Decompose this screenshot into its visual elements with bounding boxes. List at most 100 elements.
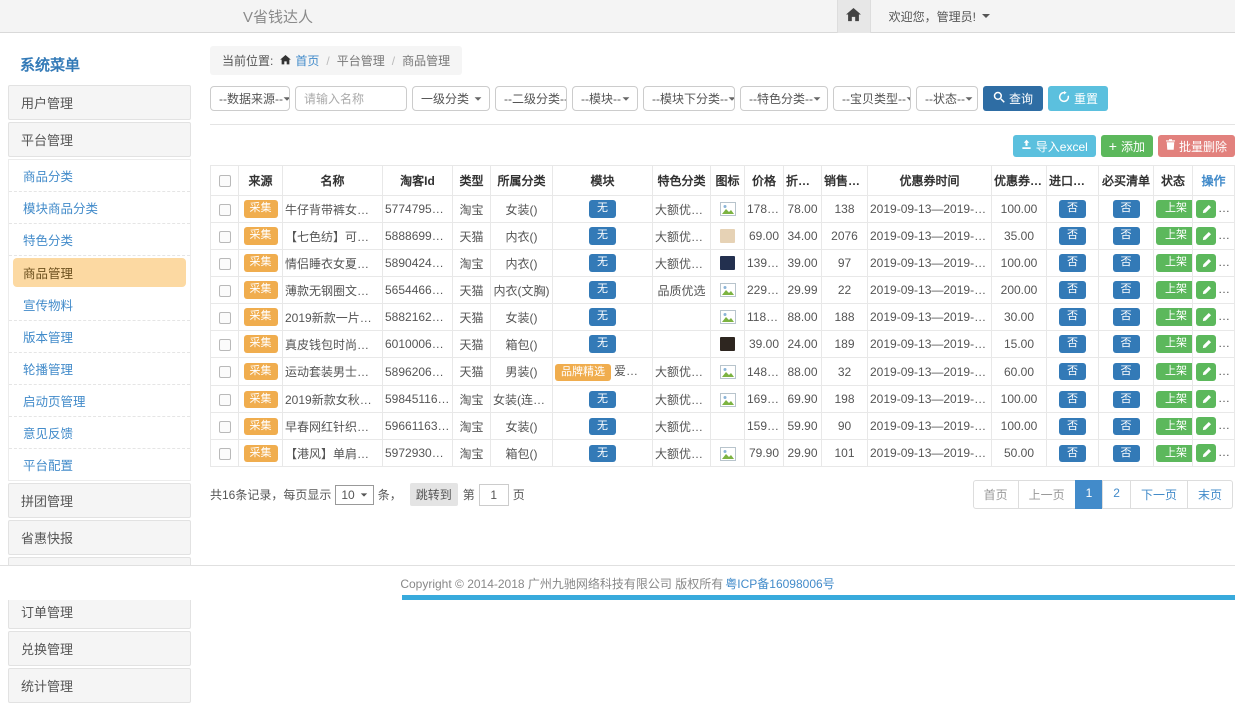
row-checkbox[interactable] — [219, 312, 231, 324]
sidebar-item-平台管理[interactable]: 平台管理 — [8, 122, 191, 157]
row-checkbox[interactable] — [219, 285, 231, 297]
sidebar-subitem-平台配置[interactable]: 平台配置 — [9, 449, 190, 480]
status-button[interactable]: 上架 — [1156, 308, 1193, 325]
jump-button[interactable]: 跳转到 — [410, 483, 458, 506]
status-button[interactable]: 上架 — [1156, 445, 1193, 462]
must-buy-toggle[interactable]: 否 — [1113, 335, 1140, 352]
row-checkbox[interactable] — [219, 258, 231, 270]
must-buy-toggle[interactable]: 否 — [1113, 418, 1140, 435]
must-buy-toggle[interactable]: 否 — [1113, 445, 1140, 462]
sidebar-subitem-宣传物料[interactable]: 宣传物料 — [9, 289, 190, 321]
row-checkbox[interactable] — [219, 204, 231, 216]
sidebar-item-用户管理[interactable]: 用户管理 — [8, 85, 191, 120]
import-excel-button[interactable]: 导入excel — [1013, 135, 1096, 157]
edit-button[interactable] — [1196, 227, 1216, 245]
row-checkbox[interactable] — [219, 448, 231, 460]
must-buy-toggle[interactable]: 否 — [1113, 308, 1140, 325]
sidebar-subitem-商品管理[interactable]: 商品管理 — [13, 258, 186, 287]
edit-button[interactable] — [1196, 417, 1216, 435]
import-select-toggle[interactable]: 否 — [1059, 200, 1086, 217]
import-select-toggle[interactable]: 否 — [1059, 418, 1086, 435]
filter-select-data-source[interactable]: --数据来源-- — [210, 86, 290, 111]
user-menu[interactable]: 欢迎您，管理员! — [889, 8, 990, 25]
cell-type: 淘宝 — [453, 250, 491, 277]
filter-select-level1-category[interactable]: 一级分类 — [412, 86, 490, 111]
page-button-1[interactable]: 1 — [1075, 480, 1104, 509]
sidebar-item-省惠快报[interactable]: 省惠快报 — [8, 520, 191, 555]
edit-button[interactable] — [1196, 444, 1216, 462]
edit-button[interactable] — [1196, 281, 1216, 299]
sidebar-subitem-商品分类[interactable]: 商品分类 — [9, 160, 190, 192]
edit-button[interactable] — [1196, 308, 1216, 326]
status-button[interactable]: 上架 — [1156, 418, 1193, 435]
import-select-toggle[interactable]: 否 — [1059, 227, 1086, 244]
sidebar-subitem-启动页管理[interactable]: 启动页管理 — [9, 385, 190, 417]
import-select-toggle[interactable]: 否 — [1059, 391, 1086, 408]
status-button[interactable]: 上架 — [1156, 200, 1193, 217]
add-button[interactable]: + 添加 — [1101, 135, 1153, 157]
sidebar-subitem-模块商品分类[interactable]: 模块商品分类 — [9, 192, 190, 224]
import-select-toggle[interactable]: 否 — [1059, 335, 1086, 352]
row-checkbox[interactable] — [219, 394, 231, 406]
must-buy-toggle[interactable]: 否 — [1113, 391, 1140, 408]
product-image-icon — [720, 202, 736, 216]
page-button-上一页[interactable]: 上一页 — [1018, 480, 1076, 509]
page-button-首页[interactable]: 首页 — [973, 480, 1019, 509]
home-button[interactable] — [837, 0, 871, 33]
import-select-toggle[interactable]: 否 — [1059, 281, 1086, 298]
import-select-toggle[interactable]: 否 — [1059, 363, 1086, 380]
status-button[interactable]: 上架 — [1156, 363, 1193, 380]
batch-delete-button[interactable]: 批量删除 — [1158, 135, 1235, 157]
filter-select-item-type[interactable]: --宝贝类型-- — [833, 86, 911, 111]
row-checkbox[interactable] — [219, 366, 231, 378]
filter-select-module-sub-category[interactable]: --模块下分类-- — [643, 86, 735, 111]
import-select-toggle[interactable]: 否 — [1059, 308, 1086, 325]
edit-button[interactable] — [1196, 200, 1216, 218]
status-button[interactable]: 上架 — [1156, 335, 1193, 352]
page-button-2[interactable]: 2 — [1102, 480, 1131, 509]
jump-page-input[interactable] — [479, 484, 509, 506]
filter-select-feature-category[interactable]: --特色分类-- — [740, 86, 828, 111]
sidebar-subitem-轮播管理[interactable]: 轮播管理 — [9, 353, 190, 385]
import-select-toggle[interactable]: 否 — [1059, 254, 1086, 271]
edit-button[interactable] — [1196, 254, 1216, 272]
sidebar-item-拼团管理[interactable]: 拼团管理 — [8, 483, 191, 518]
page-button-末页[interactable]: 末页 — [1187, 480, 1233, 509]
edit-button[interactable] — [1196, 363, 1216, 381]
filter-select-status[interactable]: --状态-- — [916, 86, 978, 111]
must-buy-toggle[interactable]: 否 — [1113, 363, 1140, 380]
import-select-toggle[interactable]: 否 — [1059, 445, 1086, 462]
select-all-checkbox[interactable] — [219, 175, 231, 187]
status-button[interactable]: 上架 — [1156, 391, 1193, 408]
search-button[interactable]: 查询 — [983, 86, 1043, 111]
sidebar-item-兑换管理[interactable]: 兑换管理 — [8, 631, 191, 666]
page-button-下一页[interactable]: 下一页 — [1130, 480, 1188, 509]
reset-button[interactable]: 重置 — [1048, 86, 1108, 111]
sidebar-subitem-特色分类[interactable]: 特色分类 — [9, 224, 190, 256]
per-page-select[interactable]: 10 — [335, 485, 373, 505]
breadcrumb-item-platform[interactable]: 平台管理 — [337, 52, 385, 69]
row-checkbox[interactable] — [219, 231, 231, 243]
row-checkbox[interactable] — [219, 421, 231, 433]
cell-category: 女装() — [491, 196, 553, 223]
icp-link[interactable]: 粤ICP备16098006号 — [725, 575, 834, 592]
sidebar-item-统计管理[interactable]: 统计管理 — [8, 668, 191, 703]
must-buy-toggle[interactable]: 否 — [1113, 281, 1140, 298]
sidebar-subitem-意见反馈[interactable]: 意见反馈 — [9, 417, 190, 449]
breadcrumb-home-link[interactable]: 首页 — [280, 52, 319, 69]
status-button[interactable]: 上架 — [1156, 227, 1193, 244]
filter-select-module[interactable]: --模块-- — [572, 86, 638, 111]
status-button[interactable]: 上架 — [1156, 281, 1193, 298]
edit-button[interactable] — [1196, 390, 1216, 408]
edit-button[interactable] — [1196, 335, 1216, 353]
cell-module: 无 — [553, 277, 653, 304]
must-buy-toggle[interactable]: 否 — [1113, 227, 1140, 244]
status-button[interactable]: 上架 — [1156, 254, 1193, 271]
sidebar-subitem-版本管理[interactable]: 版本管理 — [9, 321, 190, 353]
must-buy-toggle[interactable]: 否 — [1113, 254, 1140, 271]
must-buy-toggle[interactable]: 否 — [1113, 200, 1140, 217]
breadcrumb-item-goods[interactable]: 商品管理 — [402, 52, 450, 69]
filter-select-level2-category[interactable]: --二级分类-- — [495, 86, 567, 111]
row-checkbox[interactable] — [219, 339, 231, 351]
name-search-input[interactable] — [295, 86, 407, 111]
